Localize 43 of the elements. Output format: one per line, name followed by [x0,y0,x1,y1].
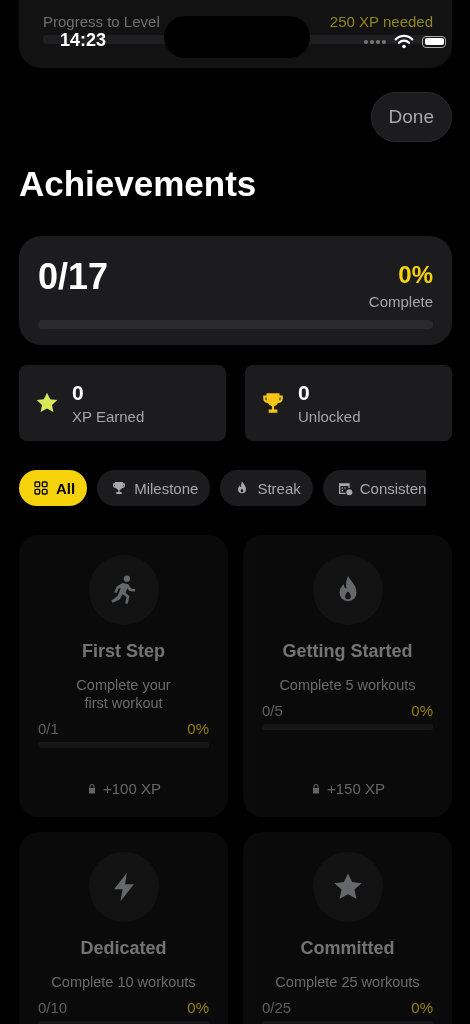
filter-chip[interactable]: Consisten [322,470,427,506]
achievement-title: First Step [82,641,165,662]
wifi-icon [394,34,414,49]
progress-count: 0/25 [262,999,292,1016]
filter-chip[interactable]: Milestone [97,470,211,506]
battery-icon [422,35,446,48]
achievement-description: Complete 5 workouts [279,676,416,694]
progress-count: 0/5 [262,702,283,719]
trophy-icon [111,480,128,496]
progress-percent: 0% [411,999,433,1016]
progress-percent: 0% [187,720,209,737]
page-title: Achievements [19,164,258,204]
progress-percent: 0% [187,999,209,1016]
clock-time: 14:23 [60,30,108,51]
progress-label: Progress to Level [43,13,160,30]
achievement-title: Dedicated [80,938,167,959]
grid-icon [33,480,49,496]
progress-count: 0/1 [38,720,59,737]
progress-percent: 0% [411,702,433,719]
filter-chip[interactable]: Streak [220,470,313,506]
achievement-description: Complete 25 workouts [275,973,420,991]
lock-icon [310,782,322,795]
achievement-title: Committed [300,938,395,959]
lock-icon [86,782,98,795]
percent-value: 0% [397,261,433,289]
percent-label: Complete [368,293,433,310]
xp-reward: +150 XP [327,780,385,797]
stat-label: XP Earned [72,408,145,425]
filter-chip[interactable]: All [19,470,88,506]
xp-reward: +100 XP [103,780,161,797]
achievement-description: Complete 10 workouts [51,973,196,991]
achievement-count: 0/17 [38,256,109,299]
calendar-check-icon [336,480,353,496]
trophy-icon [260,390,286,416]
progress-count: 0/10 [38,999,68,1016]
signal-icon [364,39,386,44]
xp-needed-text: 250 XP needed [329,13,433,30]
achievement-description: Complete your first workout [75,676,172,712]
stat-label: Unlocked [298,408,361,425]
stat-value: 0 [298,381,311,405]
done-button[interactable]: Done [370,92,452,142]
achievement-title: Getting Started [282,641,413,662]
stat-value: 0 [72,381,85,405]
